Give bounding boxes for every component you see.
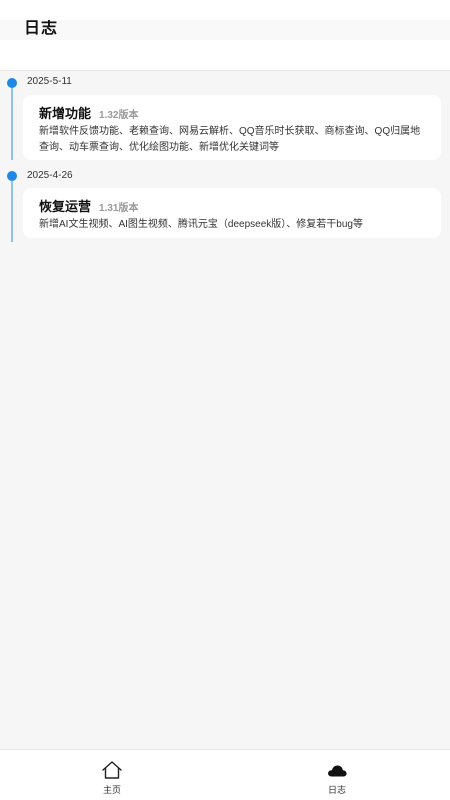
card-description: 新增软件反馈功能、老赖查询、网易云解析、QQ音乐时长获取、商标查询、QQ归属地查… bbox=[39, 126, 421, 153]
timeline-dot bbox=[7, 171, 17, 181]
nav-label-log: 日志 bbox=[327, 785, 346, 795]
card-version: 1.32版本 bbox=[99, 110, 139, 121]
nav-label-home: 主页 bbox=[102, 785, 121, 795]
timeline-card: 新增功能 1.32版本 新增软件反馈功能、老赖查询、网易云解析、QQ音乐时长获取… bbox=[23, 95, 441, 160]
bottom-navigation: 主页 日志 bbox=[0, 749, 450, 800]
update-timeline: 2025-5-11 新增功能 1.32版本 新增软件反馈功能、老赖查询、网易云解… bbox=[0, 71, 450, 749]
card-version: 1.31版本 bbox=[99, 203, 139, 214]
nav-item-home[interactable]: 主页 bbox=[82, 760, 142, 796]
card-title: 恢复运营 bbox=[39, 199, 92, 214]
card-description: 新增AI文生视频、AI图生视频、腾讯元宝（deepseek版）、修复若干bug等 bbox=[39, 219, 363, 230]
status-bar bbox=[0, 0, 450, 20]
card-title: 新增功能 bbox=[39, 106, 92, 121]
page-header: 日志 bbox=[0, 20, 450, 40]
cloud-icon bbox=[328, 765, 347, 777]
page-title: 日志 bbox=[24, 20, 59, 37]
nav-item-log[interactable]: 日志 bbox=[307, 760, 367, 796]
timeline-dot bbox=[7, 78, 17, 88]
header-spacer bbox=[0, 40, 450, 71]
timeline-line bbox=[11, 88, 13, 160]
timeline-line bbox=[11, 181, 13, 242]
home-icon bbox=[102, 761, 122, 779]
timeline-date: 2025-5-11 bbox=[27, 76, 72, 87]
timeline-card: 恢复运营 1.31版本 新增AI文生视频、AI图生视频、腾讯元宝（deepsee… bbox=[23, 188, 441, 238]
timeline-date: 2025-4-26 bbox=[27, 170, 73, 181]
